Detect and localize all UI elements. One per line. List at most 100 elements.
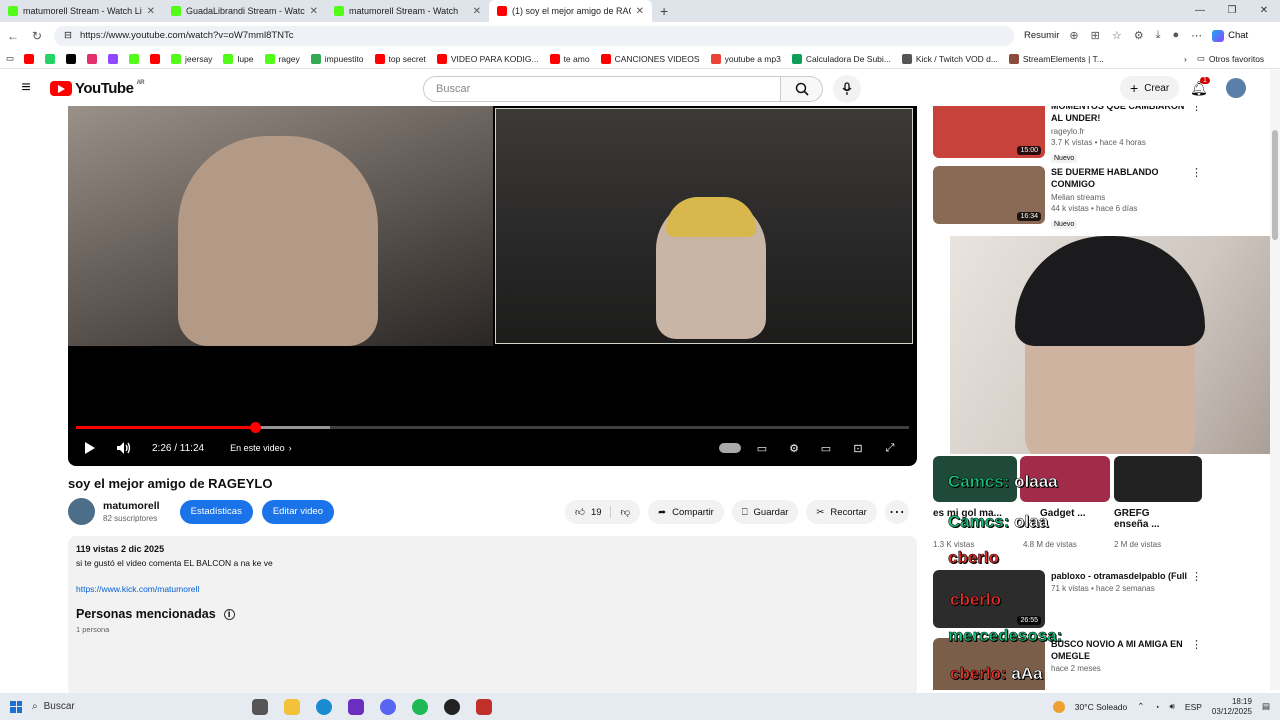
recommended-title[interactable]: BUSCO NOVIO A MI AMIGA EN OMEGLE [1051, 638, 1191, 662]
dislike-button[interactable]: 👎︎ [611, 506, 641, 518]
recommended-thumbnail[interactable]: 16:34 [933, 166, 1045, 224]
bookmark-item[interactable]: youtube a mp3 [710, 53, 781, 64]
volume-tray-icon[interactable]: 🔊︎ [1170, 701, 1175, 712]
task-view-icon[interactable] [252, 698, 268, 715]
like-button[interactable]: 👍︎ 19 [565, 506, 611, 518]
bookmarks-chevron-icon[interactable]: › [1184, 54, 1187, 64]
save-button[interactable]: ⎕ Guardar [731, 500, 799, 524]
download-icon[interactable]: ⤓ [1156, 29, 1161, 42]
bookmark-item[interactable] [87, 53, 98, 64]
bookmark-item[interactable]: StreamElements | T... [1008, 53, 1104, 64]
bookmark-item[interactable] [45, 53, 56, 64]
menu-icon[interactable]: ⋯ [1191, 29, 1202, 42]
apps-icon[interactable]: ⊞ [1091, 29, 1100, 42]
more-actions-button[interactable]: ⋯ [884, 500, 909, 524]
tab-close-icon[interactable]: ✕ [310, 6, 318, 17]
short-thumbnail-3[interactable] [1114, 456, 1202, 502]
back-icon[interactable]: ← [6, 29, 20, 43]
bookmark-item[interactable] [129, 53, 140, 64]
channel-name[interactable]: matumorell [103, 500, 160, 512]
autoplay-toggle[interactable] [719, 437, 741, 459]
page-scrollbar[interactable] [1270, 70, 1280, 690]
bookmark-item[interactable]: CANCIONES VIDEOS [600, 53, 700, 64]
channel-avatar[interactable] [68, 498, 95, 525]
clock[interactable]: 18:19 03/12/2025 [1212, 697, 1252, 717]
short-title-3[interactable]: GREFG enseña ... [1114, 508, 1174, 530]
tab-close-icon[interactable]: ✕ [473, 6, 481, 17]
scrubber-handle[interactable] [250, 422, 262, 433]
bookmark-item[interactable]: VIDEO PARA KODIG... [436, 53, 539, 64]
wifi-icon[interactable]: ◔ [1154, 702, 1159, 712]
language-indicator[interactable]: ESP [1185, 702, 1202, 712]
progress-bar[interactable] [76, 422, 909, 433]
recommended-channel[interactable]: rageylo.fr [1051, 127, 1191, 136]
subtitles-icon[interactable]: ▭ [751, 437, 773, 459]
bookmark-item[interactable]: jeersay [171, 53, 212, 64]
info-icon[interactable]: i [223, 608, 235, 620]
bookmark-item[interactable] [108, 53, 119, 64]
browser-tab[interactable]: matumorell Stream - Watch ✕ [326, 0, 489, 22]
profile-icon[interactable]: ● [1172, 29, 1179, 42]
chapters-button[interactable]: En este video › [230, 443, 292, 453]
url-field[interactable]: ⊟ https://www.youtube.com/watch?v=oW7mml… [54, 25, 1014, 46]
capcut-icon[interactable] [348, 698, 364, 715]
bookmark-star-icon[interactable]: ☆ [1112, 29, 1122, 42]
scrollbar-thumb[interactable] [1272, 130, 1278, 240]
bookmark-item[interactable] [66, 53, 77, 64]
bookmark-item[interactable] [150, 53, 161, 64]
recommended-thumbnail[interactable]: 15:00 [933, 106, 1045, 158]
tray-chevron-icon[interactable]: ⌃ [1137, 701, 1144, 712]
create-button[interactable]: + Crear [1120, 76, 1180, 100]
translate-icon[interactable]: ⊕ [1069, 29, 1078, 42]
discord-icon[interactable] [380, 698, 396, 715]
fullscreen-icon[interactable]: ⤢ [879, 437, 901, 459]
mentioned-person-thumbnail[interactable] [76, 638, 185, 698]
recorder-icon[interactable] [476, 698, 492, 715]
description-box[interactable]: 119 vistas 2 dic 2025 si te gustó el vid… [68, 536, 917, 696]
reload-icon[interactable]: ↻ [30, 29, 44, 43]
search-input[interactable]: Buscar [423, 76, 781, 102]
bookmark-item[interactable] [24, 53, 35, 64]
recommended-video[interactable]: 16:34 SE DUERME HABLANDO CONMIGO Melian st… [933, 166, 1202, 231]
kick-link[interactable]: https://www.kick.com/matumorell [76, 584, 909, 594]
bookmark-item[interactable]: top secret [374, 53, 426, 64]
edit-video-button[interactable]: Editar video [261, 499, 334, 524]
site-info-icon[interactable]: ⊟ [64, 30, 72, 41]
share-button[interactable]: ➦ Compartir [648, 500, 724, 524]
settings-gear-icon[interactable]: ⚙ [783, 437, 805, 459]
more-vertical-icon[interactable]: ⋮ [1191, 166, 1202, 179]
restore-icon[interactable]: ❐ [1216, 0, 1248, 22]
obs-icon[interactable] [444, 698, 460, 715]
recommended-title[interactable]: pabloxo - otramasdelpablo (Full [1051, 570, 1191, 582]
more-vertical-icon[interactable]: ⋮ [1191, 106, 1202, 113]
file-explorer-icon[interactable] [284, 698, 300, 715]
copilot-chat-button[interactable]: Chat [1212, 29, 1248, 42]
minimize-icon[interactable]: — [1184, 0, 1216, 22]
new-tab-button[interactable]: + [652, 3, 676, 19]
search-button[interactable] [781, 76, 823, 102]
edge-icon[interactable] [316, 698, 332, 715]
theater-mode-icon[interactable]: ▭ [815, 437, 837, 459]
recommended-title[interactable]: MOMENTOS QUE CAMBIARON AL UNDER! [1051, 106, 1191, 124]
bookmarks-grid-icon[interactable]: ▭ [6, 53, 14, 64]
close-window-icon[interactable]: ✕ [1248, 0, 1280, 22]
browser-tab[interactable]: (1) soy el mejor amigo de RAGEYL ✕ [489, 0, 652, 22]
clip-button[interactable]: ✂ Recortar [806, 500, 877, 524]
recommended-title[interactable]: SE DUERME HABLANDO CONMIGO [1051, 166, 1191, 190]
recommended-video[interactable]: 15:00 MOMENTOS QUE CAMBIARON AL UNDER! rag… [933, 106, 1202, 165]
stats-button[interactable]: Estadísticas [179, 499, 253, 524]
other-favorites[interactable]: ▭ Otros favoritos [1197, 53, 1264, 64]
hamburger-menu-icon[interactable]: ≡ [6, 79, 46, 97]
browser-tab[interactable]: GuadaLibrandi Stream - Watch ✕ [163, 0, 326, 22]
taskbar-search[interactable]: ⌕ Buscar [32, 701, 212, 712]
recommended-channel[interactable]: Melian streams [1051, 193, 1191, 202]
voice-search-button[interactable] [833, 75, 861, 103]
bookmark-item[interactable]: impuestito [310, 53, 364, 64]
video-player[interactable]: 2:26 / 11:24 En este video › ▭ ⚙ ▭ ⊡ ⤢ [68, 106, 917, 466]
youtube-logo[interactable]: YouTube AR [50, 80, 145, 97]
play-icon[interactable] [84, 441, 96, 455]
spotify-icon[interactable] [412, 698, 428, 715]
more-vertical-icon[interactable]: ⋮ [1191, 570, 1202, 583]
bookmark-item[interactable]: Kick / Twitch VOD d... [901, 53, 998, 64]
weather-text[interactable]: 30°C Soleado [1075, 702, 1128, 712]
